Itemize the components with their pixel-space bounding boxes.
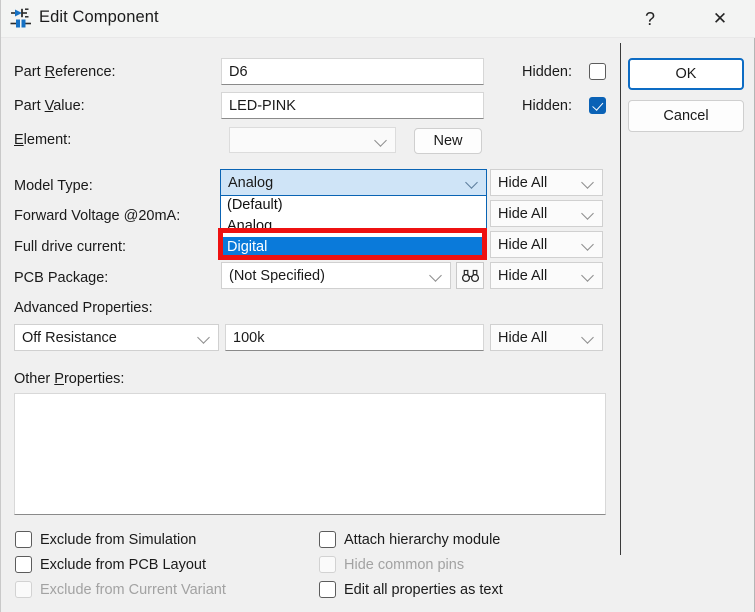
forward-voltage-label: Forward Voltage @20mA: [14, 208, 181, 224]
chevron-down-icon [582, 269, 595, 282]
advanced-properties-label: Advanced Properties: [14, 300, 153, 316]
element-label: Element: [14, 132, 72, 148]
model-type-option-selected[interactable]: Digital [221, 237, 486, 258]
title-bar: Edit Component ? ✕ [1, 0, 755, 38]
option-edit-all-properties-as-text[interactable]: Edit all properties as text [319, 581, 503, 598]
part-reference-hidden-label: Hidden: [522, 64, 572, 80]
chevron-down-icon [430, 269, 443, 282]
part-value-label: Part Value: [14, 98, 85, 114]
advanced-property-name-dropdown[interactable]: Off Resistance [14, 324, 219, 351]
binoculars-icon [461, 269, 479, 282]
checkbox-box [15, 531, 32, 548]
close-button[interactable]: ✕ [697, 0, 743, 37]
option-label: Attach hierarchy module [344, 531, 501, 548]
full-drive-current-label: Full drive current: [14, 239, 127, 255]
checkbox-box [15, 581, 32, 598]
advanced-properties-hide-dropdown[interactable]: Hide All [490, 324, 603, 351]
checkbox-box [589, 97, 606, 114]
forward-voltage-hide-dropdown[interactable]: Hide All [490, 200, 603, 227]
ok-button[interactable]: OK [628, 58, 744, 90]
chevron-down-icon [582, 331, 595, 344]
part-value-hidden-checkbox[interactable] [589, 97, 606, 114]
part-reference-input[interactable]: D6 [221, 58, 484, 85]
part-value-input[interactable]: LED-PINK [221, 92, 484, 119]
chevron-down-icon [582, 176, 595, 189]
chevron-down-icon [375, 134, 388, 147]
checkbox-box [319, 581, 336, 598]
full-drive-current-hide-dropdown[interactable]: Hide All [490, 231, 603, 258]
checkbox-box [319, 531, 336, 548]
option-exclude-from-simulation[interactable]: Exclude from Simulation [15, 531, 196, 548]
model-type-option-list[interactable]: (Default) Analog Digital [220, 195, 487, 260]
window-title: Edit Component [39, 8, 159, 26]
vertical-separator [620, 43, 621, 555]
model-type-option[interactable]: Analog [221, 216, 486, 237]
option-label: Exclude from Simulation [40, 531, 197, 548]
cancel-button[interactable]: Cancel [628, 100, 744, 132]
element-new-button[interactable]: New [414, 128, 482, 154]
other-properties-label: Other Properties: [14, 371, 125, 387]
part-reference-hidden-checkbox[interactable] [589, 63, 606, 80]
pcb-package-hide-dropdown[interactable]: Hide All [490, 262, 603, 289]
pcb-package-dropdown[interactable]: (Not Specified) [221, 262, 451, 289]
chevron-down-icon [582, 207, 595, 220]
help-button[interactable]: ? [627, 0, 673, 37]
model-type-dropdown[interactable]: Analog [220, 169, 487, 196]
option-label: Hide common pins [344, 556, 465, 573]
element-dropdown[interactable] [229, 127, 396, 153]
checkbox-box [589, 63, 606, 80]
option-attach-hierarchy-module[interactable]: Attach hierarchy module [319, 531, 500, 548]
checkbox-box [319, 556, 336, 573]
pcb-package-browse-button[interactable] [456, 262, 484, 289]
option-label: Edit all properties as text [344, 581, 503, 598]
option-exclude-from-pcb-layout[interactable]: Exclude from PCB Layout [15, 556, 206, 573]
advanced-property-value-input[interactable]: 100k [225, 324, 484, 351]
model-type-label: Model Type: [14, 178, 93, 194]
edit-component-dialog: Edit Component ? ✕ Part Reference: D6 Hi… [0, 0, 755, 612]
component-diode-icon [10, 7, 32, 29]
pcb-package-label: PCB Package: [14, 270, 109, 286]
option-label: Exclude from PCB Layout [40, 556, 207, 573]
other-properties-textarea[interactable] [14, 393, 606, 515]
option-exclude-from-current-variant: Exclude from Current Variant [15, 581, 226, 598]
model-type-hide-dropdown[interactable]: Hide All [490, 169, 603, 196]
chevron-down-icon [582, 238, 595, 251]
part-value-hidden-label: Hidden: [522, 98, 572, 114]
option-hide-common-pins: Hide common pins [319, 556, 464, 573]
chevron-down-icon [466, 176, 479, 189]
checkbox-box [15, 556, 32, 573]
part-reference-label: Part Reference: [14, 64, 116, 80]
option-label: Exclude from Current Variant [40, 581, 226, 598]
chevron-down-icon [198, 331, 211, 344]
model-type-option[interactable]: (Default) [221, 195, 486, 216]
